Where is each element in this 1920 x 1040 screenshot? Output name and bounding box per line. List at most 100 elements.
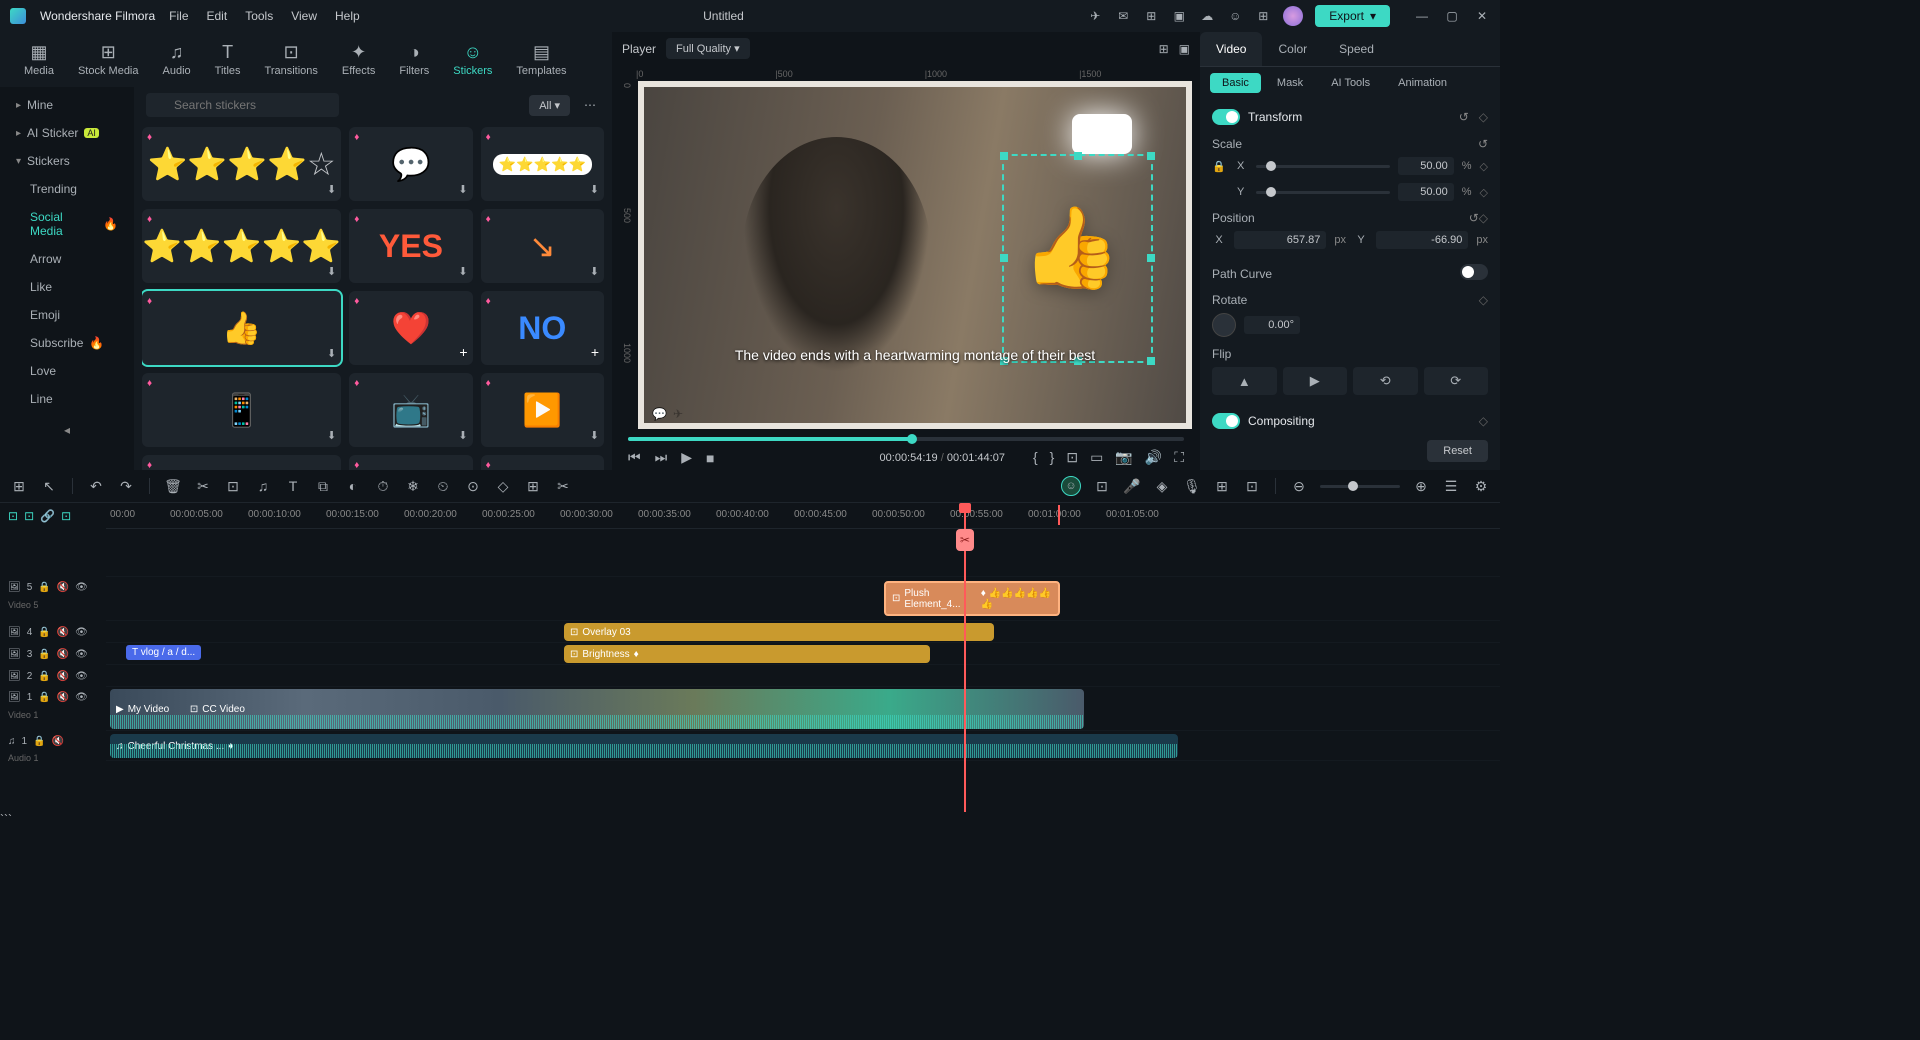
subtab-animation[interactable]: Animation	[1386, 73, 1459, 93]
sidebar-like[interactable]: Like	[0, 273, 134, 301]
crop-icon[interactable]: ⊡	[224, 478, 242, 495]
minimize-icon[interactable]: —	[1414, 8, 1430, 24]
subtab-basic[interactable]: Basic	[1210, 73, 1261, 93]
keyframe-icon[interactable]: ◇	[494, 478, 512, 495]
clip-overlay[interactable]: ⊡ Overlay 03	[564, 623, 994, 641]
keyframe-icon[interactable]: ◇	[1479, 110, 1488, 124]
keyframe-icon[interactable]: ◇	[1480, 186, 1488, 199]
sticker-item[interactable]: ♦⭐⭐⭐⭐⭐⬇	[481, 127, 604, 201]
props-tab-video[interactable]: Video	[1200, 32, 1262, 66]
pointer-icon[interactable]: ⊞	[10, 478, 28, 495]
link-icon[interactable]: 🔗	[40, 509, 55, 523]
magnet-icon[interactable]: ⊡	[24, 509, 34, 523]
mark-out-icon[interactable]: }	[1050, 449, 1055, 466]
rotate-right-button[interactable]: ⟳	[1424, 367, 1489, 395]
gift-icon[interactable]: ⊞	[1255, 8, 1271, 24]
sticker-item[interactable]: ♦YES⬇	[349, 209, 472, 283]
display-icon[interactable]: ▭	[1090, 449, 1103, 466]
scale-y-slider[interactable]	[1256, 191, 1390, 194]
sidebar-collapse[interactable]: ◂	[0, 417, 134, 443]
layout-icon[interactable]: ⊞	[1159, 42, 1169, 56]
group-icon[interactable]: ⊞	[524, 478, 542, 495]
flip-horizontal-button[interactable]: ▲	[1212, 367, 1277, 395]
sticker-item[interactable]: ♦📱⬇	[142, 373, 341, 447]
copy-icon[interactable]: ⧉	[314, 478, 332, 495]
export-button[interactable]: Export ▾	[1315, 5, 1390, 27]
reset-icon[interactable]: ↺	[1459, 110, 1469, 124]
sidebar-ai-sticker[interactable]: ▸AI StickerAI	[0, 119, 134, 147]
menu-tools[interactable]: Tools	[245, 9, 273, 23]
record-icon[interactable]: ▣	[1171, 8, 1187, 24]
send-icon[interactable]: ✈	[1087, 8, 1103, 24]
tab-transitions[interactable]: ⊡Transitions	[253, 38, 330, 81]
mark-in-icon[interactable]: {	[1033, 449, 1038, 466]
subtab-ai-tools[interactable]: AI Tools	[1319, 73, 1382, 93]
scale-y-input[interactable]	[1398, 183, 1454, 201]
keyframe-icon[interactable]: ◇	[1479, 211, 1488, 225]
rotate-dial[interactable]	[1212, 313, 1236, 337]
tab-media[interactable]: ▦Media	[12, 38, 66, 81]
sidebar-emoji[interactable]: Emoji	[0, 301, 134, 329]
mic-icon[interactable]: 🎙	[1183, 478, 1201, 495]
sidebar-mine[interactable]: ▸Mine	[0, 91, 134, 119]
timer-icon[interactable]: ⏲	[434, 478, 452, 495]
message-icon[interactable]: ✉	[1115, 8, 1131, 24]
progress-bar[interactable]	[628, 437, 1184, 441]
sticker-item[interactable]: ♦❤️+	[349, 291, 472, 365]
sticker-item[interactable]: ♦🎵	[481, 455, 604, 470]
scale-x-input[interactable]	[1398, 157, 1454, 175]
tab-stock-media[interactable]: ⊞Stock Media	[66, 38, 151, 81]
compositing-toggle[interactable]	[1212, 413, 1240, 429]
clip-sticker[interactable]: ⊡ Plush Element_4... ♦ 👍👍👍👍👍👍	[884, 581, 1060, 616]
sync-icon[interactable]: ⊡	[61, 509, 71, 523]
keyframe-icon[interactable]: ◇	[1479, 414, 1488, 428]
voice-icon[interactable]: 🎤	[1123, 478, 1141, 495]
filter-all[interactable]: All ▾	[529, 95, 570, 116]
path-curve-toggle[interactable]	[1460, 264, 1488, 280]
sticker-item[interactable]: ♦▶️⬇	[481, 373, 604, 447]
clip-brightness[interactable]: ⊡ Brightness ♦	[564, 645, 930, 663]
marker-icon[interactable]: ◈	[1153, 478, 1171, 495]
redo-icon[interactable]: ↷	[117, 478, 135, 495]
crop-icon[interactable]: ⊡	[1066, 449, 1078, 466]
flip-vertical-button[interactable]: ▶	[1283, 367, 1348, 395]
select-icon[interactable]: ↖	[40, 478, 58, 495]
track-icon[interactable]: ⊙	[464, 478, 482, 495]
tab-stickers[interactable]: ☺Stickers	[441, 38, 504, 81]
tab-titles[interactable]: TTitles	[203, 38, 253, 81]
tab-templates[interactable]: ▤Templates	[504, 38, 578, 81]
selection-box[interactable]	[1002, 154, 1154, 362]
list-icon[interactable]: ☰	[1442, 478, 1460, 495]
sticker-item-selected[interactable]: ♦👍⬇	[142, 291, 341, 365]
snap-icon[interactable]: ⊡	[8, 509, 18, 523]
menu-help[interactable]: Help	[335, 9, 360, 23]
settings-icon[interactable]: ⚙	[1472, 478, 1490, 495]
tab-filters[interactable]: ◑Filters	[387, 38, 441, 81]
sidebar-love[interactable]: Love	[0, 357, 134, 385]
keyframe-icon[interactable]: ◇	[1480, 160, 1488, 173]
position-y-input[interactable]	[1376, 231, 1468, 249]
avatar[interactable]	[1283, 6, 1303, 26]
snapshot-icon[interactable]: ▣	[1179, 42, 1190, 56]
sticker-item[interactable]: ♦NO+	[481, 291, 604, 365]
clip-video[interactable]: ▶ My Video ⊡ CC Video	[110, 689, 1084, 729]
split-icon[interactable]: ✂	[194, 478, 212, 495]
sidebar-arrow[interactable]: Arrow	[0, 245, 134, 273]
preview-canvas[interactable]: 👍 The video ends with a heartwarming mon…	[638, 81, 1192, 429]
sticker-item[interactable]: ♦⭐⭐⭐⭐☆⬇	[142, 127, 341, 201]
music-icon[interactable]: ♫	[254, 478, 272, 494]
props-tab-speed[interactable]: Speed	[1323, 32, 1390, 66]
position-x-input[interactable]	[1234, 231, 1326, 249]
face-chip[interactable]: ☺	[1061, 476, 1081, 496]
sidebar-trending[interactable]: Trending	[0, 175, 134, 203]
marker-chip[interactable]: T vlog / a / d...	[126, 645, 201, 660]
close-icon[interactable]: ✕	[1474, 8, 1490, 24]
speed-icon[interactable]: ⏱	[374, 478, 392, 495]
text-icon[interactable]: T	[284, 478, 302, 494]
more-icon[interactable]: ⋯	[580, 98, 600, 112]
sticker-item[interactable]: ♦👍	[142, 455, 341, 470]
camera-icon[interactable]: 📷	[1115, 449, 1132, 466]
next-frame-icon[interactable]: ⏭	[655, 449, 668, 466]
volume-icon[interactable]: 🔊	[1145, 449, 1162, 466]
reset-icon[interactable]: ↺	[1478, 137, 1488, 151]
